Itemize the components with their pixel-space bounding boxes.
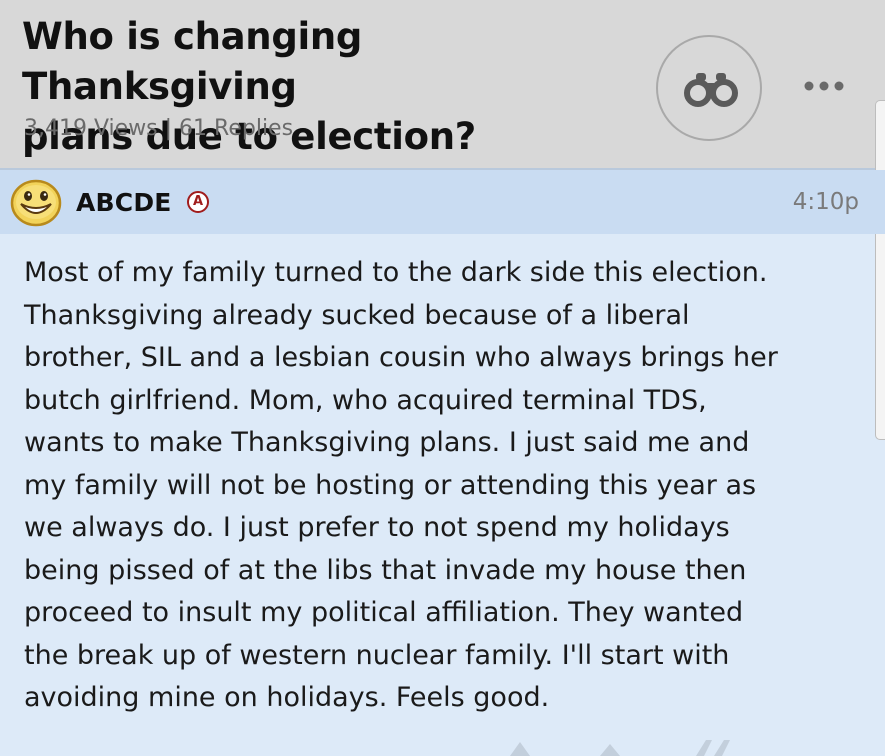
thread-title-line-1: Who is changing Thanksgiving — [22, 15, 363, 108]
more-options-button[interactable] — [796, 70, 852, 102]
quote-icon — [696, 740, 730, 756]
post-body-line: brother, SIL and a lesbian cousin who al… — [24, 342, 778, 373]
watch-thread-button[interactable] — [656, 35, 762, 141]
like-icon — [510, 742, 530, 756]
post-body-line: Most of my family turned to the dark sid… — [24, 257, 768, 288]
post-body-line: being pissed of at the libs that invade … — [24, 554, 747, 586]
post-body: Most of my family turned to the dark sid… — [24, 252, 864, 720]
post-username[interactable]: ABCDE — [76, 188, 172, 217]
post-body-line: avoiding mine on holidays. Feels good. — [24, 682, 550, 713]
reply-icon — [600, 744, 620, 756]
more-dots-icon — [804, 81, 844, 91]
post-body-line: proceed to insult my political affiliati… — [24, 597, 744, 628]
binoculars-icon — [684, 73, 738, 107]
thread-stats: 3,419 Views | 61 Replies — [24, 116, 294, 141]
post-body-line: butch girlfriend. Mom, who acquired term… — [24, 384, 707, 416]
thread-header: Who is changing Thanksgiving plans due t… — [0, 0, 885, 170]
post-body-line: wants to make Thanksgiving plans. I just… — [24, 427, 750, 458]
post-body-line: the break up of western nuclear family. … — [24, 639, 730, 671]
post-actions-bar — [510, 740, 730, 756]
scrollbar-thumb[interactable] — [875, 100, 885, 440]
post-body-line: my family will not be hosting or attendi… — [24, 469, 757, 501]
post-body-line: Thanksgiving already sucked because of a… — [24, 299, 690, 331]
user-badge: A — [187, 191, 209, 213]
smiley-face-icon[interactable] — [10, 176, 62, 228]
post-body-line: we always do. I just prefer to not spend… — [24, 512, 730, 543]
post-header: ABCDE A 4:10p — [0, 170, 885, 234]
post-timestamp: 4:10p — [792, 189, 859, 215]
